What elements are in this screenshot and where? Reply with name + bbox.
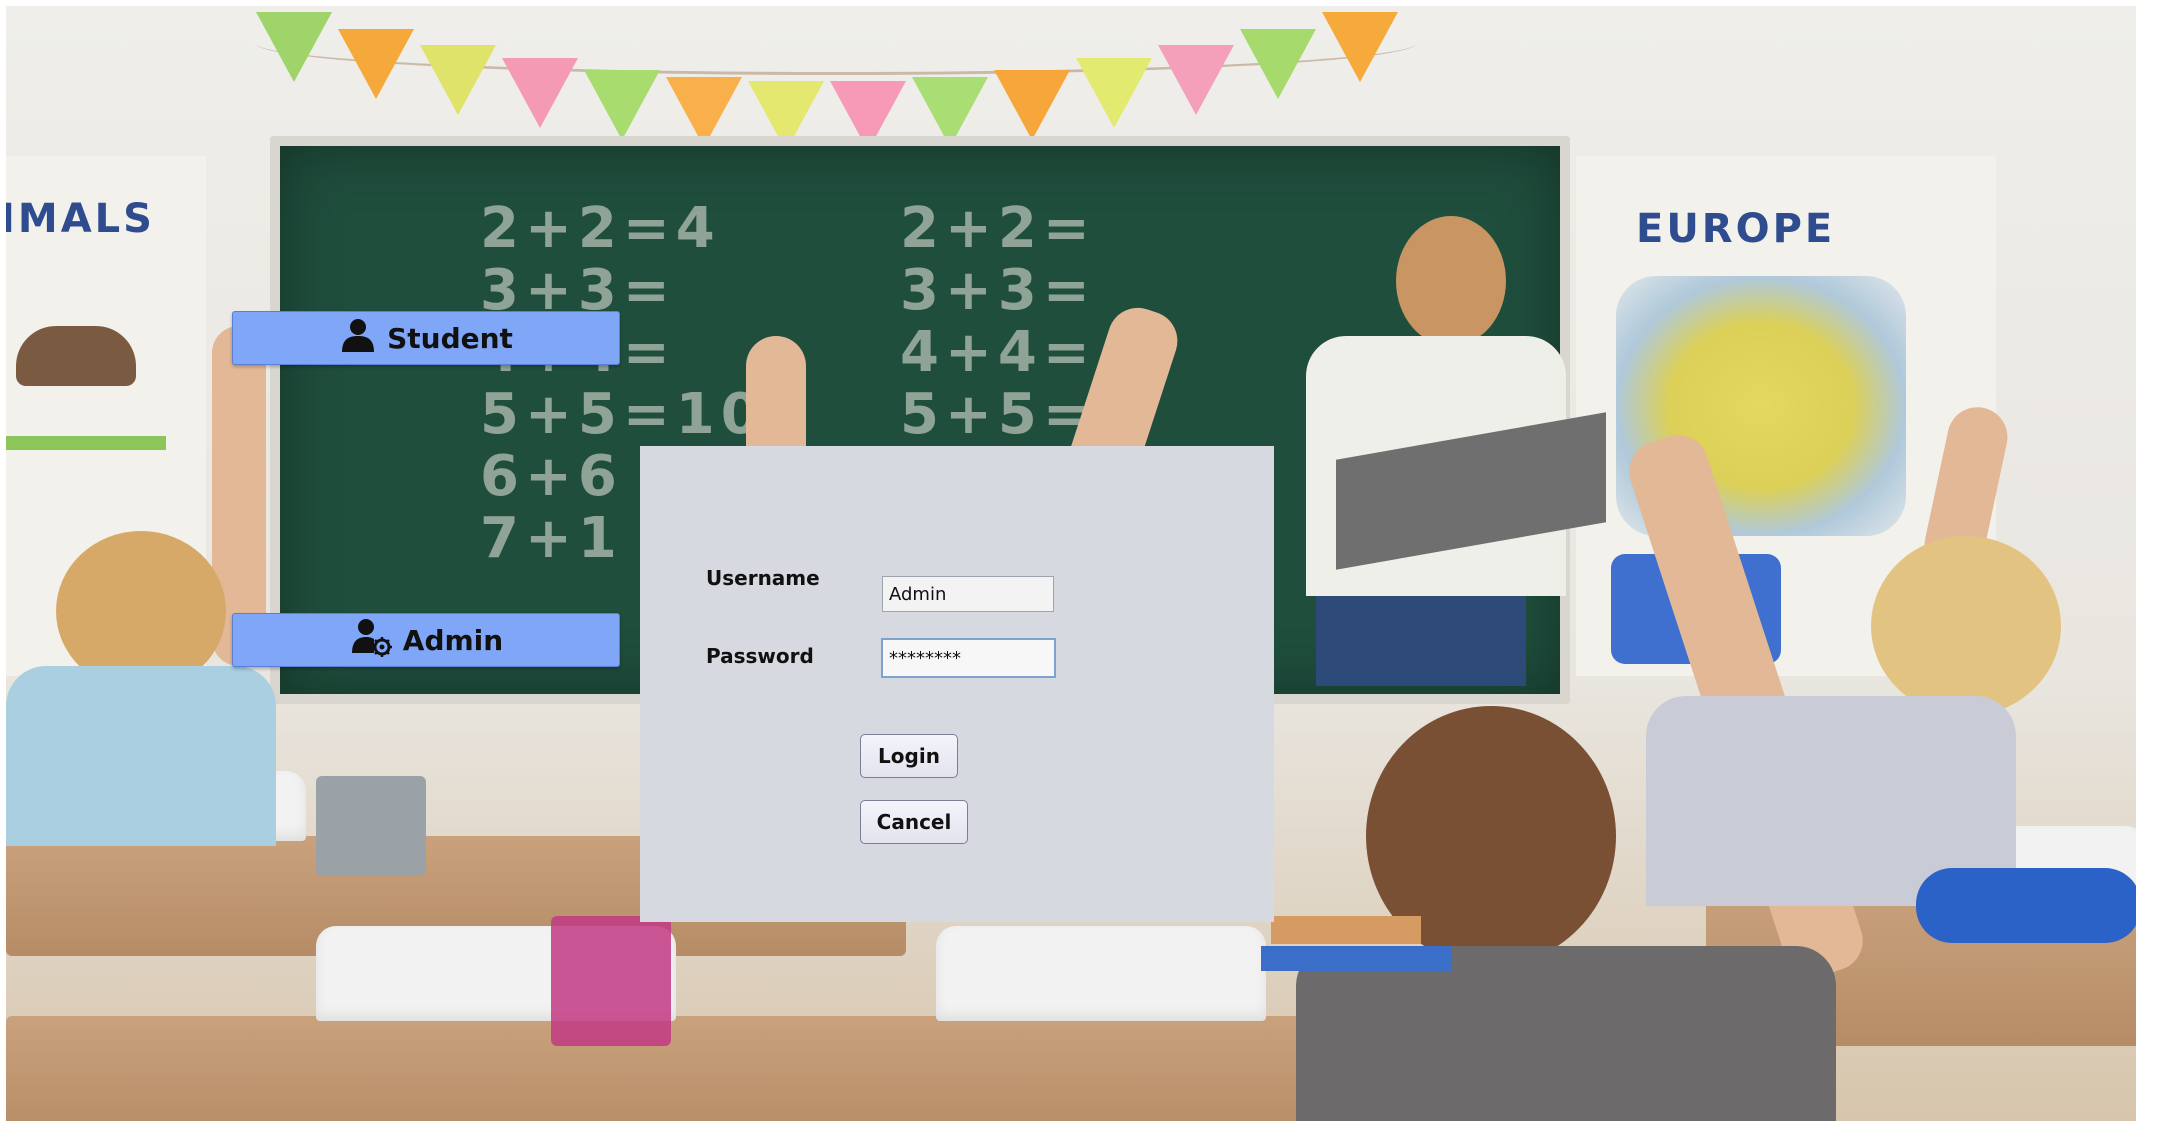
teacher-head [1396,216,1506,346]
chalk-equation: 7+1 [480,506,623,571]
chalk-equation: 3+3= [900,258,1096,323]
admin-button[interactable]: Admin [232,613,620,667]
bunting-pennant [1076,58,1152,129]
book-stack [1261,946,1451,971]
username-label: Username [706,566,820,590]
bunting-pennant [1240,28,1316,99]
student-button-label: Student [387,321,513,355]
student-button[interactable]: Student [232,311,620,365]
student-head-right [1871,536,2061,716]
student-shirt-left [6,666,276,846]
chalk-equation: 5+5=10 [480,382,766,447]
bunting-pennant [420,44,496,115]
bunting-pennant [1322,12,1398,82]
book-stack-top [1271,916,1421,944]
password-label: Password [706,644,814,668]
grass-strip [6,436,166,450]
pencil-cup [316,776,426,876]
chalk-equation: 2+2= [900,196,1096,261]
poster-right-word: EUROPE [1636,206,1836,252]
chalk-equation: 4+4= [900,320,1096,385]
bunting-pennant [256,12,332,82]
chalk-equation: 6+6 [480,444,623,509]
username-field[interactable] [882,576,1054,612]
cancel-button[interactable]: Cancel [860,800,968,844]
chalk-equation: 5+5= [900,382,1096,447]
admin-button-label: Admin [402,623,504,657]
login-button[interactable]: Login [860,734,958,778]
pencil-cup-pink [551,916,671,1046]
chair-middle [936,926,1266,1021]
horse-picture [16,326,136,386]
pencil-case [1916,868,2136,943]
poster-left-word: IMALS [6,196,155,242]
user-gear-icon [349,617,393,664]
bunting-pennant [584,69,660,140]
chalk-equation: 2+2=4 [480,196,721,261]
bunting-pennant [338,28,414,99]
bunting-pennant [502,58,578,129]
bunting-pennant [1158,44,1234,115]
bunting-pennant [994,69,1070,140]
student-shirt-front [1296,946,1836,1121]
teacher-jeans [1316,596,1526,686]
password-field[interactable] [881,638,1056,678]
login-panel: Username Password Login Cancel [640,446,1274,922]
user-icon [339,317,377,360]
